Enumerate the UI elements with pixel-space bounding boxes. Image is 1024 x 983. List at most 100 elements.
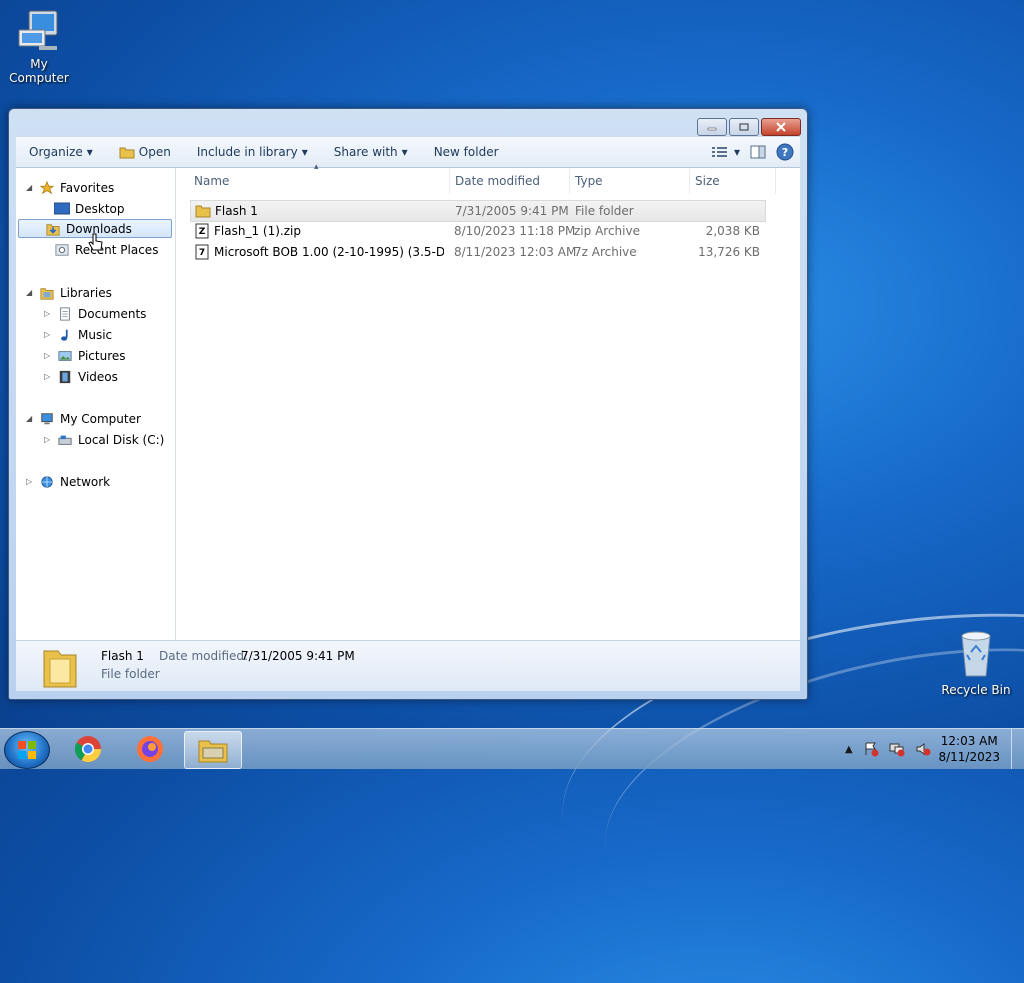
expand-arrow-icon[interactable]: ▷ [44, 309, 52, 318]
chrome-icon [74, 736, 102, 763]
new-folder-button[interactable]: New folder [421, 145, 512, 159]
maximize-button[interactable] [729, 118, 759, 136]
explorer-window: Organize ▾ Open Include in library ▾ Sha… [8, 108, 808, 700]
recycle-bin-icon [940, 630, 1012, 683]
nav-favorites[interactable]: ◢ Favorites [26, 178, 114, 197]
file-row[interactable]: Flash 1 7/31/2005 9:41 PM File folder [190, 200, 766, 222]
nav-desktop[interactable]: Desktop [54, 199, 125, 218]
details-date-label: Date modified: [159, 649, 249, 663]
recent-places-icon [55, 243, 69, 256]
open-label: Open [138, 145, 171, 159]
nav-pictures[interactable]: ▷ Pictures [44, 346, 126, 365]
chevron-down-icon: ▾ [401, 145, 408, 159]
minimize-button[interactable] [697, 118, 727, 136]
expand-arrow-icon[interactable]: ▷ [44, 435, 52, 444]
nav-videos[interactable]: ▷ Videos [44, 367, 118, 386]
folder-open-icon [119, 147, 135, 159]
nav-my-computer[interactable]: ◢ My Computer [26, 409, 141, 428]
clock-time: 12:03 AM [940, 734, 998, 748]
column-header-size[interactable]: Size [695, 168, 776, 194]
sort-ascending-icon: ▴ [314, 162, 319, 172]
file-name: Microsoft BOB 1.00 (2-10-1995) (3.5-DMF.… [214, 245, 444, 259]
show-desktop-button[interactable] [1011, 729, 1024, 769]
folder-large-icon [43, 650, 77, 688]
show-hidden-icons-button[interactable]: ▲ [845, 744, 853, 755]
include-in-library-button[interactable]: Include in library ▾ [184, 145, 321, 159]
hard-drive-icon [58, 435, 72, 445]
file-name: Flash 1 [215, 204, 258, 218]
file-row[interactable]: Z Flash_1 (1).zip 8/10/2023 11:18 PM zip… [190, 221, 764, 241]
nav-libraries[interactable]: ◢ Libraries [26, 283, 112, 302]
desktop-icon-recycle-bin[interactable]: Recycle Bin [940, 630, 1012, 697]
nav-recent-places[interactable]: Recent Places [54, 240, 158, 259]
column-header-date[interactable]: Date modified [455, 168, 570, 194]
star-icon [39, 180, 55, 194]
downloads-folder-icon [46, 223, 60, 236]
column-header-name[interactable]: Name ▴ [194, 162, 450, 194]
expand-arrow-icon[interactable]: ◢ [26, 288, 34, 297]
system-tray: ▲ [845, 741, 931, 757]
action-center-flag-icon[interactable] [863, 741, 879, 757]
start-button[interactable] [4, 731, 50, 769]
nav-pictures-label: Pictures [78, 348, 126, 363]
nav-documents-label: Documents [78, 306, 147, 321]
computer-icon [41, 412, 53, 424]
view-controls: ▾ ? [711, 137, 794, 167]
preview-pane-icon[interactable] [750, 145, 766, 159]
pictures-icon [58, 350, 72, 361]
chevron-down-icon: ▾ [86, 145, 93, 159]
7z-archive-icon: 7 [195, 244, 209, 260]
details-view-icon [711, 147, 727, 157]
column-date-label: Date modified [455, 174, 541, 188]
navigation-pane: ◢ Favorites Desktop Downloads Recent Pla… [16, 168, 176, 640]
nav-documents[interactable]: ▷ Documents [44, 304, 146, 323]
expand-arrow-icon[interactable]: ▷ [26, 477, 34, 486]
column-name-label: Name [194, 174, 230, 188]
details-date-value: 7/31/2005 9:41 PM [241, 649, 355, 663]
file-row[interactable]: 7 Microsoft BOB 1.00 (2-10-1995) (3.5-DM… [190, 242, 764, 262]
expand-arrow-icon[interactable]: ◢ [26, 183, 34, 192]
nav-libraries-label: Libraries [60, 285, 112, 300]
column-header-type[interactable]: Type [575, 168, 690, 194]
taskbar-clock[interactable]: 12:03 AM 8/11/2023 [938, 733, 1000, 765]
open-button[interactable]: Open [106, 145, 184, 159]
chevron-down-icon: ▾ [301, 145, 308, 159]
file-type: 7z Archive [574, 245, 637, 259]
expand-arrow-icon[interactable]: ◢ [26, 414, 34, 423]
taskbar-chrome[interactable] [60, 731, 116, 767]
file-date: 8/11/2023 12:03 AM [454, 245, 577, 259]
taskbar-firefox[interactable] [122, 731, 178, 767]
share-with-button[interactable]: Share with ▾ [321, 145, 421, 159]
file-date: 7/31/2005 9:41 PM [455, 204, 569, 218]
desktop-icon-my-computer[interactable]: My Computer [0, 8, 78, 85]
nav-music-label: Music [78, 327, 113, 342]
expand-arrow-icon[interactable]: ▷ [44, 351, 52, 360]
libraries-icon [40, 287, 54, 300]
expand-arrow-icon[interactable]: ▷ [44, 372, 52, 381]
details-pane: Flash 1 Date modified: 7/31/2005 9:41 PM… [16, 640, 800, 691]
nav-local-disk[interactable]: ▷ Local Disk (C:) [44, 430, 164, 449]
view-options-button[interactable]: ▾ [711, 145, 740, 159]
nav-favorites-label: Favorites [60, 180, 115, 195]
nav-local-disk-label: Local Disk (C:) [78, 432, 165, 447]
svg-text:7: 7 [199, 248, 205, 258]
help-icon[interactable]: ? [776, 143, 794, 161]
file-type: zip Archive [574, 224, 640, 238]
new-folder-label: New folder [433, 145, 499, 159]
taskbar-explorer[interactable] [184, 731, 242, 769]
caption-buttons [697, 118, 801, 136]
expand-arrow-icon[interactable]: ▷ [44, 330, 52, 339]
nav-my-computer-label: My Computer [60, 411, 141, 426]
windows-logo-icon [18, 741, 36, 759]
organize-button[interactable]: Organize ▾ [16, 145, 106, 159]
documents-icon [60, 306, 70, 321]
file-size: 2,038 KB [705, 224, 760, 238]
nav-music[interactable]: ▷ Music [44, 325, 112, 344]
close-button[interactable] [761, 118, 801, 136]
volume-muted-icon[interactable] [915, 741, 931, 757]
network-status-icon[interactable] [889, 741, 905, 757]
music-icon [61, 329, 68, 341]
nav-network[interactable]: ▷ Network [26, 472, 110, 491]
minimize-icon [707, 127, 717, 131]
desktop-icon-label: Recycle Bin [941, 683, 1011, 697]
